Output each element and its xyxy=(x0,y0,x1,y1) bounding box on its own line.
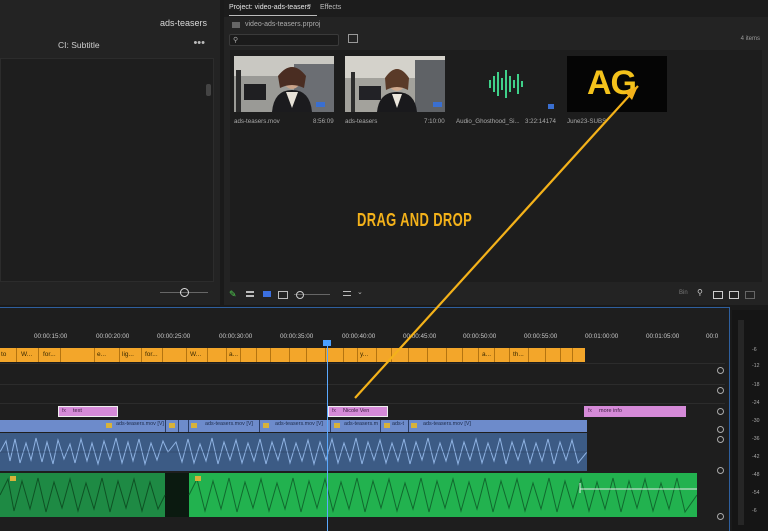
drag-and-drop-annotation: DRAG AND DROP xyxy=(357,210,473,230)
drag-arrow xyxy=(354,85,639,399)
